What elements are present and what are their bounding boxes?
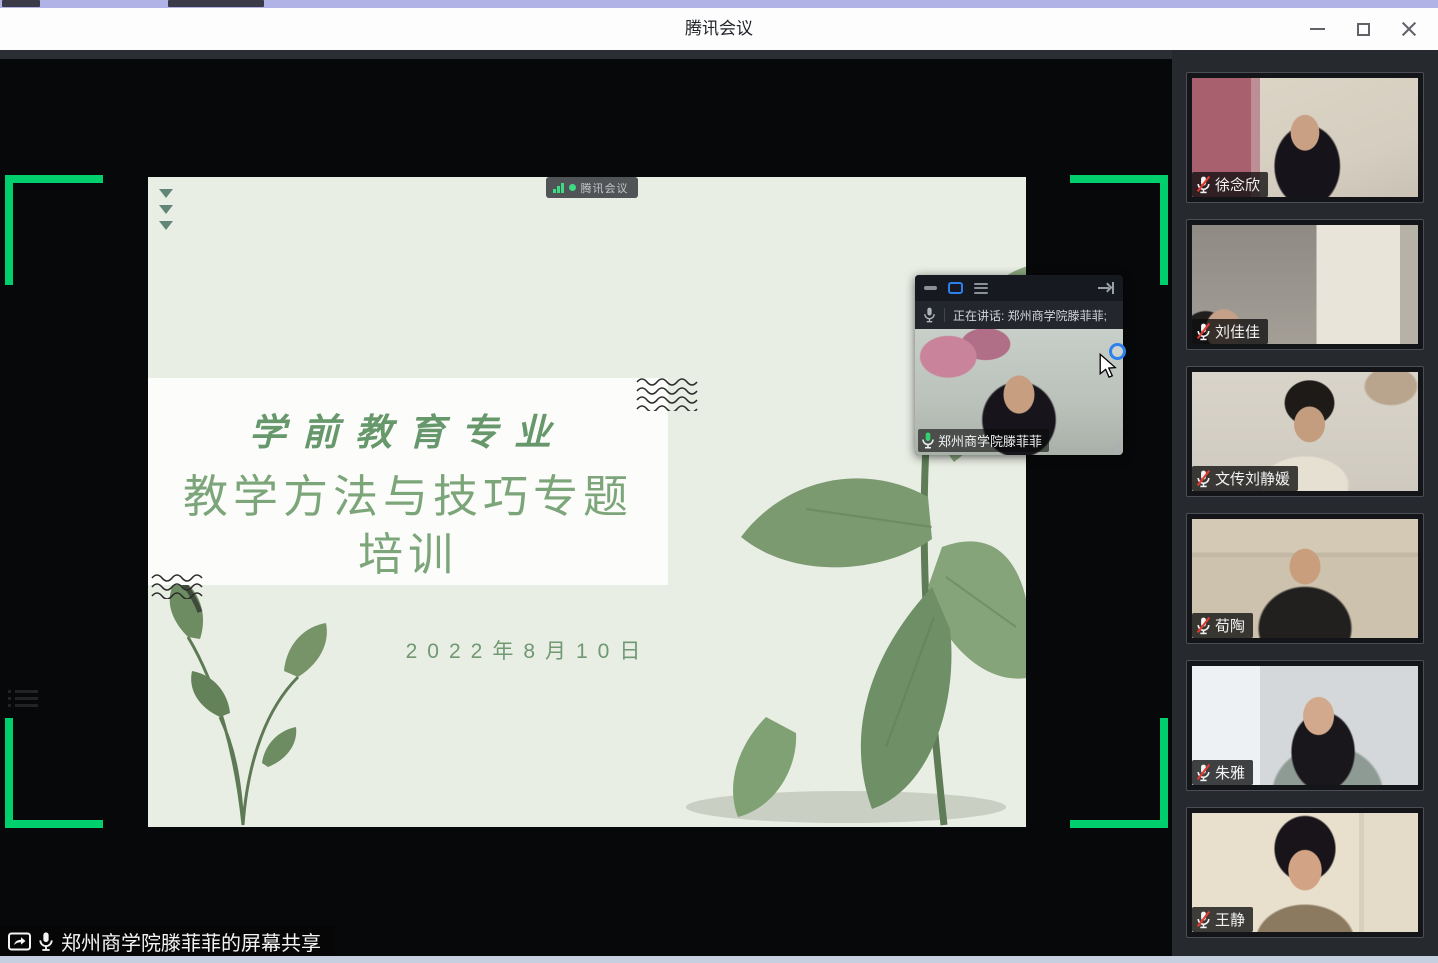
slide-date: 2022年8月10日	[148, 635, 908, 665]
squiggle-decoration	[150, 573, 216, 599]
window-title: 腾讯会议	[0, 8, 1438, 50]
participant-tile[interactable]: 刘佳佳	[1186, 219, 1424, 350]
share-border-top-left-icon	[5, 175, 13, 285]
slide-triangle-decoration	[159, 205, 173, 214]
faint-list-icon	[8, 690, 38, 714]
participants-sidebar: 徐念欣 刘佳佳	[1172, 50, 1438, 963]
participant-name: 徐念欣	[1215, 174, 1260, 195]
participant-tile[interactable]: 文传刘静媛	[1186, 366, 1424, 497]
participant-name: 文传刘静媛	[1215, 468, 1290, 489]
slide-main-title: 教学方法与技巧专题	[148, 460, 668, 525]
muted-mic-icon	[1195, 175, 1212, 194]
panel-toolbar	[915, 275, 1123, 301]
participant-name-chip: 王静	[1192, 907, 1253, 932]
maximize-icon	[1357, 23, 1370, 36]
mic-active-icon	[921, 432, 935, 449]
share-border-top-left-icon	[5, 175, 103, 183]
muted-mic-icon	[1195, 763, 1212, 782]
floating-speaker-panel[interactable]: 正在讲话: 郑州商学院滕菲菲; 郑州商学院滕菲菲	[915, 275, 1123, 455]
participant-name-chip: 文传刘静媛	[1192, 466, 1298, 491]
shared-slide: 腾讯会议 学前教育专业 教学方法与技巧专题 培训	[148, 177, 1026, 827]
monitor-share-icon	[8, 932, 31, 952]
screen-share-banner: 郑州商学院滕菲菲的屏幕共享	[0, 926, 335, 957]
participant-tile[interactable]: 朱雅	[1186, 660, 1424, 791]
panel-status-row: 正在讲话: 郑州商学院滕菲菲;	[915, 301, 1123, 329]
muted-mic-icon	[1195, 616, 1212, 635]
mic-icon	[38, 931, 54, 952]
squiggle-decoration	[635, 377, 707, 411]
speaking-now-text: 正在讲话: 郑州商学院滕菲菲;	[953, 307, 1107, 324]
slide-triangle-decoration	[159, 221, 173, 230]
participant-video: 文传刘静媛	[1192, 372, 1418, 491]
slide-script-title: 学前教育专业	[148, 402, 668, 456]
cursor-highlight-ring	[1109, 343, 1126, 360]
background-window-text-fragment	[2, 0, 40, 7]
slide-triangle-decoration	[159, 189, 173, 198]
recording-dot-icon	[569, 184, 576, 191]
participant-name: 朱雅	[1215, 762, 1245, 783]
participant-name-chip: 荀陶	[1192, 613, 1253, 638]
speaker-video-label: 郑州商学院滕菲菲	[918, 429, 1049, 452]
participant-name-chip: 朱雅	[1192, 760, 1253, 785]
background-window-strip	[0, 0, 1438, 8]
participant-video: 朱雅	[1192, 666, 1418, 785]
screen-share-active-icon[interactable]	[948, 282, 963, 294]
badge-label: 腾讯会议	[581, 180, 629, 196]
slide-title-box: 学前教育专业 教学方法与技巧专题 培训	[148, 378, 668, 585]
signal-bars-icon	[553, 183, 564, 193]
share-border-top-right-icon	[1160, 175, 1168, 285]
close-icon	[1401, 21, 1417, 37]
collapse-icon[interactable]	[924, 286, 937, 290]
participant-name: 荀陶	[1215, 615, 1245, 636]
maximize-button[interactable]	[1340, 8, 1386, 50]
muted-mic-icon	[1195, 910, 1212, 929]
speaker-video[interactable]: 郑州商学院滕菲菲	[915, 329, 1123, 455]
screen-share-stage: 腾讯会议 学前教育专业 教学方法与技巧专题 培训	[0, 50, 1172, 963]
participant-name: 刘佳佳	[1215, 321, 1260, 342]
close-button[interactable]	[1386, 8, 1432, 50]
mic-icon	[923, 307, 936, 323]
participant-video: 徐念欣	[1192, 78, 1418, 197]
divider	[944, 308, 945, 322]
background-window-strip-bottom	[0, 956, 1438, 963]
share-banner-text: 郑州商学院滕菲菲的屏幕共享	[61, 927, 321, 956]
share-border-bottom-left-icon	[5, 820, 103, 828]
window-controls	[1294, 8, 1432, 50]
share-border-top-right-icon	[1070, 175, 1168, 183]
muted-mic-icon	[1195, 469, 1212, 488]
background-window-text-fragment	[168, 0, 264, 7]
resize-handle-icon[interactable]	[1107, 439, 1121, 453]
minimize-button[interactable]	[1294, 8, 1340, 50]
participant-tile[interactable]: 徐念欣	[1186, 72, 1424, 203]
meeting-watermark-badge: 腾讯会议	[546, 177, 638, 198]
participant-name-chip: 刘佳佳	[1192, 319, 1268, 344]
slide-sub-title: 培训	[148, 518, 668, 583]
expand-icon[interactable]	[1098, 282, 1114, 294]
minimize-icon	[1310, 28, 1325, 30]
muted-mic-icon	[1195, 322, 1212, 341]
participant-name: 王静	[1215, 909, 1245, 930]
participant-video: 荀陶	[1192, 519, 1418, 638]
share-border-bottom-left-icon	[5, 718, 13, 828]
participant-tile[interactable]: 荀陶	[1186, 513, 1424, 644]
small-plant-illustration	[148, 567, 348, 827]
participant-tile[interactable]: 王静	[1186, 807, 1424, 938]
participant-video: 刘佳佳	[1192, 225, 1418, 344]
participant-video: 王静	[1192, 813, 1418, 932]
list-icon[interactable]	[974, 280, 988, 296]
share-border-bottom-right-icon	[1070, 820, 1168, 828]
share-border-bottom-right-icon	[1160, 718, 1168, 828]
participant-name-chip: 徐念欣	[1192, 172, 1268, 197]
window-titlebar: 腾讯会议	[0, 8, 1438, 50]
